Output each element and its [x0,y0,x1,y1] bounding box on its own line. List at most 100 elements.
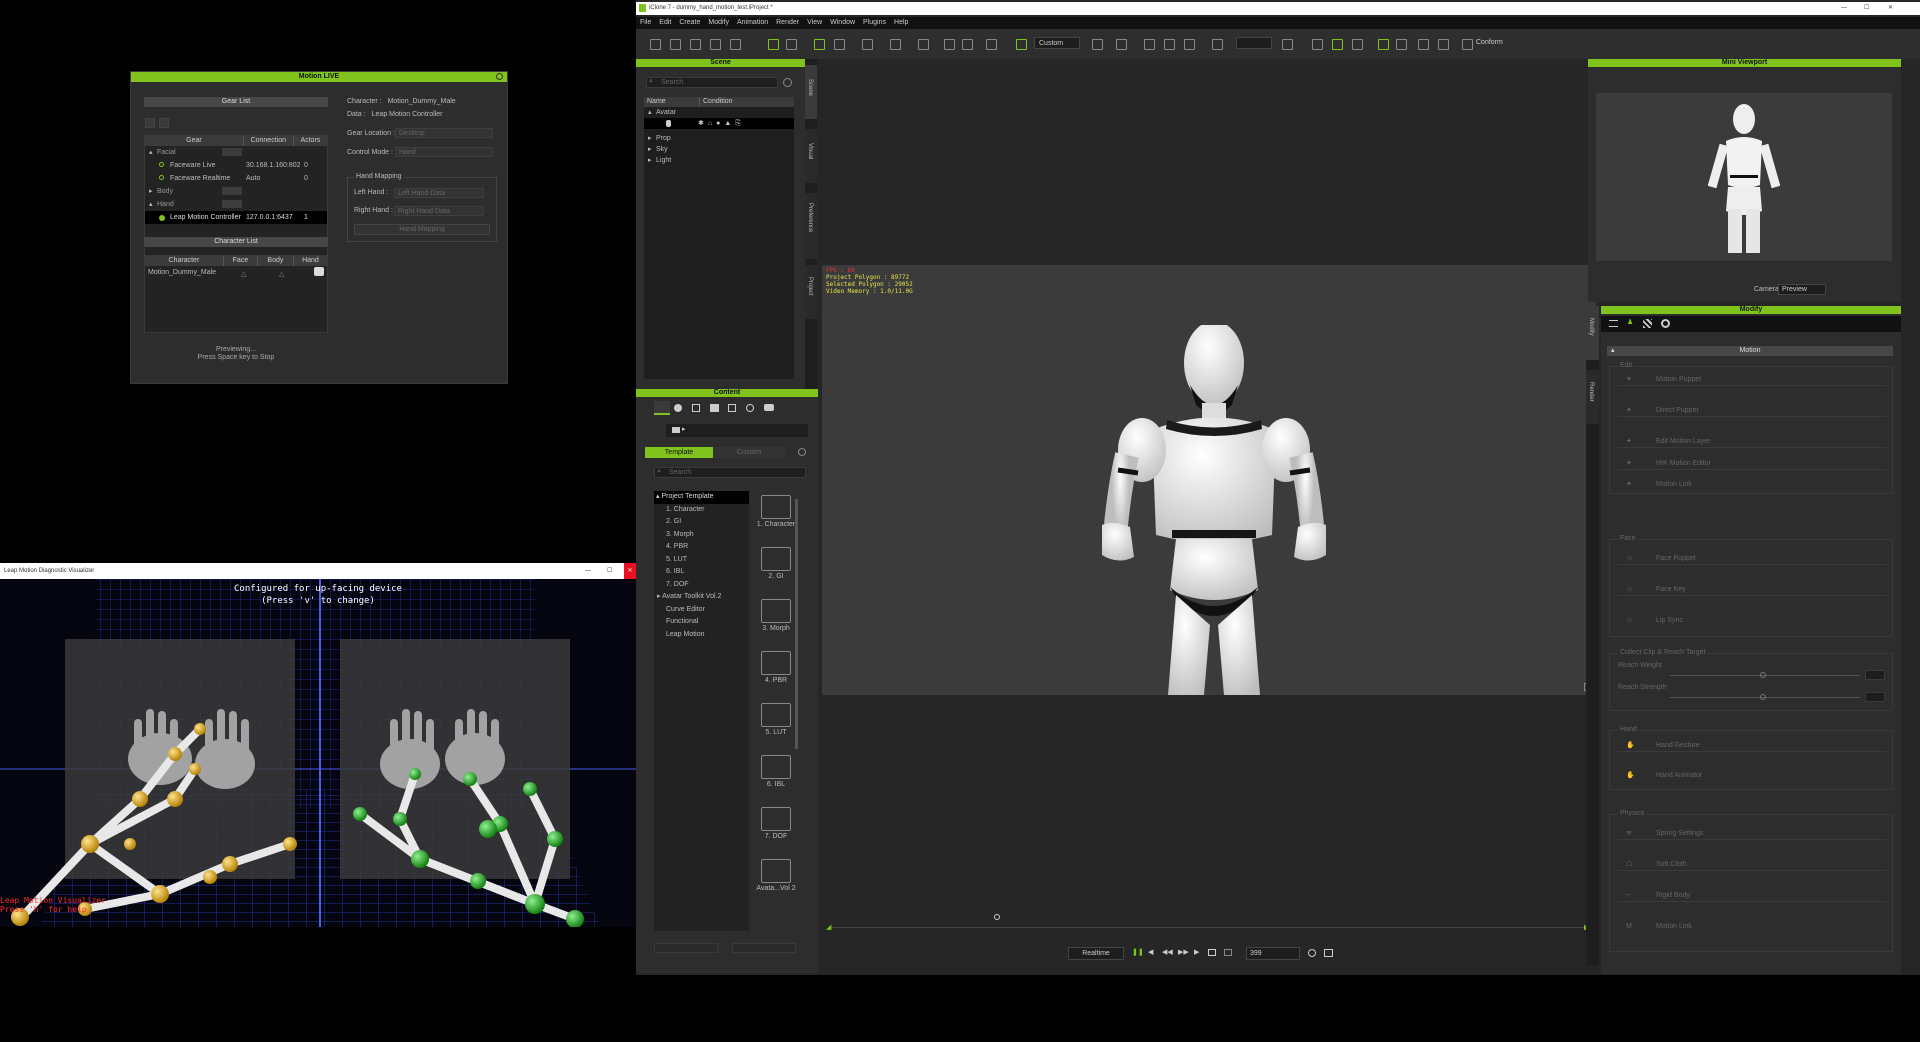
menu-animation[interactable]: Animation [733,17,772,29]
wire-icon[interactable] [1184,39,1195,50]
leap-titlebar[interactable]: Leap Motion Diagnostic Visualizer — ☐ ✕ [0,563,636,579]
gear-row-body[interactable]: ▸ Body [145,185,327,198]
hand-slot-icon[interactable] [314,267,324,276]
hand-gesture-button[interactable]: ✋ Hand Gesture [1618,739,1886,752]
record-icon[interactable] [1282,39,1293,50]
camera-tab-icon[interactable] [764,404,774,411]
record-mode-icon[interactable] [1224,949,1232,956]
menu-window[interactable]: Window [826,17,859,29]
select-icon[interactable] [814,39,825,50]
motion-mode-icon[interactable]: ♟ [1627,318,1633,326]
gear-add-icon[interactable] [222,187,242,195]
timeline-toggle-icon[interactable] [1324,949,1333,957]
tab-template[interactable]: Template [645,447,713,458]
hik-motion-editor-button[interactable]: ✦ HIK Motion Editor [1618,457,1886,470]
gear-row-faceware-live[interactable]: Faceware Live 30.168.1.160:802 0 [145,159,327,172]
remove-content-button[interactable] [732,943,796,953]
close-icon[interactable] [496,73,503,80]
stage-tab-icon[interactable] [710,404,719,412]
reach-weight-thumb[interactable] [1760,672,1766,678]
fit-icon[interactable] [1212,39,1223,50]
scale-icon[interactable] [890,39,901,50]
tree-item[interactable]: 1. Character [654,504,749,517]
timeline-track[interactable] [828,927,1590,928]
snap-icon[interactable] [986,39,997,50]
distribute-icon[interactable] [962,39,973,50]
viewport[interactable]: FPS : 60 Project Polygon : 89772 Selecte… [822,59,1596,941]
gear-row-hand[interactable]: ▴ Hand [145,198,327,211]
scene-search[interactable]: ⌕ Search [646,77,778,88]
content-scrollbar[interactable] [795,499,798,749]
tree-item[interactable]: 5. LUT [654,554,749,567]
thumb-item[interactable]: 6. IBL [754,751,798,788]
tab-project[interactable]: Project [805,265,817,319]
tab-custom[interactable]: Custom [713,447,785,458]
light-icon[interactable] [1092,39,1103,50]
flag-icon[interactable] [1396,39,1407,50]
rewind-icon[interactable]: ◀◀ [1162,948,1173,956]
align-icon[interactable] [944,39,955,50]
fps-settings-icon[interactable] [1308,949,1316,957]
timeline-playhead[interactable] [994,914,1000,920]
menu-plugins[interactable]: Plugins [859,17,890,29]
loop-icon[interactable] [1208,949,1216,956]
hand-animator-button[interactable]: ✋ Hand Animator [1618,769,1886,782]
thumb-item[interactable]: 4. PBR [754,647,798,684]
control-mode-dropdown[interactable]: Hand [395,147,493,157]
camera-dropdown[interactable]: Preview [1778,284,1826,295]
character-column-header[interactable]: Character [145,256,224,266]
physics-motion-link-button[interactable]: M Motion Link [1618,920,1886,933]
animation-tab-icon[interactable] [692,404,700,412]
actors-column-header[interactable]: Actors [294,136,327,146]
reach-strength-input[interactable] [1865,692,1885,702]
content-search[interactable]: ⌕ Search [654,467,806,478]
connection-column-header[interactable]: Connection [244,136,294,146]
tab-render[interactable]: Render [1586,370,1599,424]
gear-column-header[interactable]: Gear [145,136,244,146]
hand-column-header[interactable]: Hand [294,256,327,266]
script-icon[interactable] [1418,39,1429,50]
tab-modify[interactable]: Modify [1586,306,1599,360]
minimize-icon[interactable]: — [585,563,591,579]
import-icon[interactable] [710,39,721,50]
minimize-icon[interactable]: — [1841,2,1847,15]
rigid-body-button[interactable]: ⌐ Rigid Body [1618,889,1886,902]
body-slot-icon[interactable]: △ [279,268,284,281]
mini-viewport-title[interactable]: Mini Viewport [1588,59,1901,67]
realtime-dropdown[interactable]: Realtime [1068,947,1124,960]
undo-icon[interactable] [768,39,779,50]
rotate-icon[interactable] [862,39,873,50]
maximize-icon[interactable]: ☐ [1864,2,1869,15]
scene-item-prop[interactable]: ▸ Prop [644,133,794,144]
motion-section-header[interactable]: ▴ Motion [1607,346,1893,356]
motion-puppet-button[interactable]: ✦ Motion Puppet [1618,373,1886,386]
motion-link-button[interactable]: ✦ Motion Link [1618,478,1886,491]
pose-icon[interactable] [1312,39,1323,50]
maximize-icon[interactable]: ☐ [607,563,612,579]
left-hand-dropdown[interactable]: Left Hand Data [394,188,484,198]
shading-icon[interactable] [1116,39,1127,50]
menu-edit[interactable]: Edit [655,17,675,29]
iclone-titlebar[interactable]: iClone 7 - dummy_hand_motion_test.iProje… [636,2,1920,15]
move-icon[interactable] [834,39,845,50]
frame-icon[interactable] [1144,39,1155,50]
forward-icon[interactable]: ▶▶ [1178,948,1189,956]
menu-file[interactable]: File [636,17,655,29]
add-content-button[interactable] [654,943,718,953]
tree-item[interactable]: 7. DOF [654,579,749,592]
reach-strength-thumb[interactable] [1760,694,1766,700]
content-path-bar[interactable]: ▸ [666,424,808,437]
tree-item[interactable]: 3. Morph [654,529,749,542]
scene-item-avatar-child[interactable]: ✱⌂●▲⎘ [644,118,794,129]
settings-icon[interactable] [783,78,792,87]
menu-render[interactable]: Render [772,17,803,29]
project-tab-icon[interactable] [654,401,670,415]
menu-view[interactable]: View [803,17,826,29]
condition-column-header[interactable]: Condition [700,97,733,107]
scene-item-sky[interactable]: ▸ Sky [644,144,794,155]
thumb-item[interactable]: 3. Morph [754,595,798,632]
mini-viewport-render[interactable] [1596,93,1892,261]
gear-add-icon[interactable] [222,148,242,156]
direct-puppet-button[interactable]: ✦ Direct Puppet [1618,404,1886,417]
bone-icon[interactable] [1332,39,1343,50]
